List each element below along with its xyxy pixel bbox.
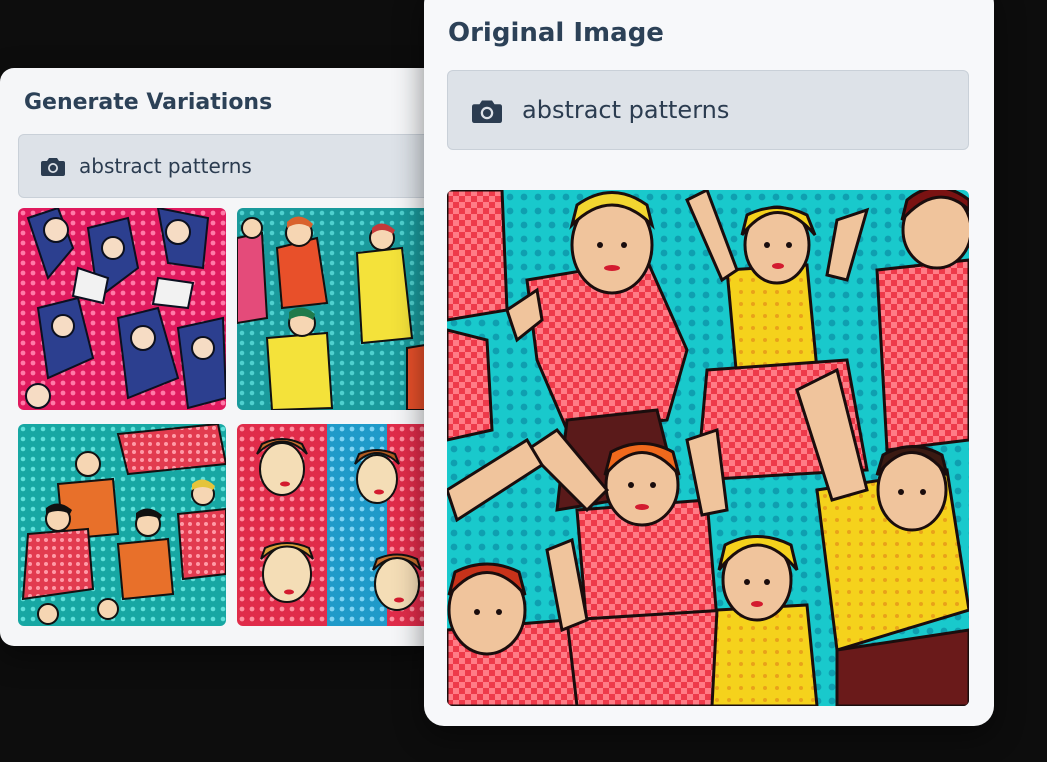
variation-thumbnail[interactable]: [237, 424, 437, 626]
prompt-text: abstract patterns: [522, 96, 730, 124]
variation-thumbnail[interactable]: [237, 208, 437, 410]
variation-thumbnail[interactable]: [18, 424, 226, 626]
camera-icon: [41, 158, 65, 176]
generate-variations-panel: Generate Variations abstract patterns: [0, 68, 440, 646]
camera-icon: [472, 100, 502, 123]
original-image: [447, 190, 969, 706]
panel-title: Generate Variations: [24, 90, 273, 115]
variation-thumbnail[interactable]: [18, 208, 226, 410]
prompt-field[interactable]: abstract patterns: [447, 70, 969, 150]
panel-title: Original Image: [448, 18, 664, 48]
prompt-text: abstract patterns: [79, 154, 252, 178]
original-image-panel: Original Image abstract patterns: [424, 0, 994, 726]
prompt-field[interactable]: abstract patterns: [18, 134, 440, 198]
